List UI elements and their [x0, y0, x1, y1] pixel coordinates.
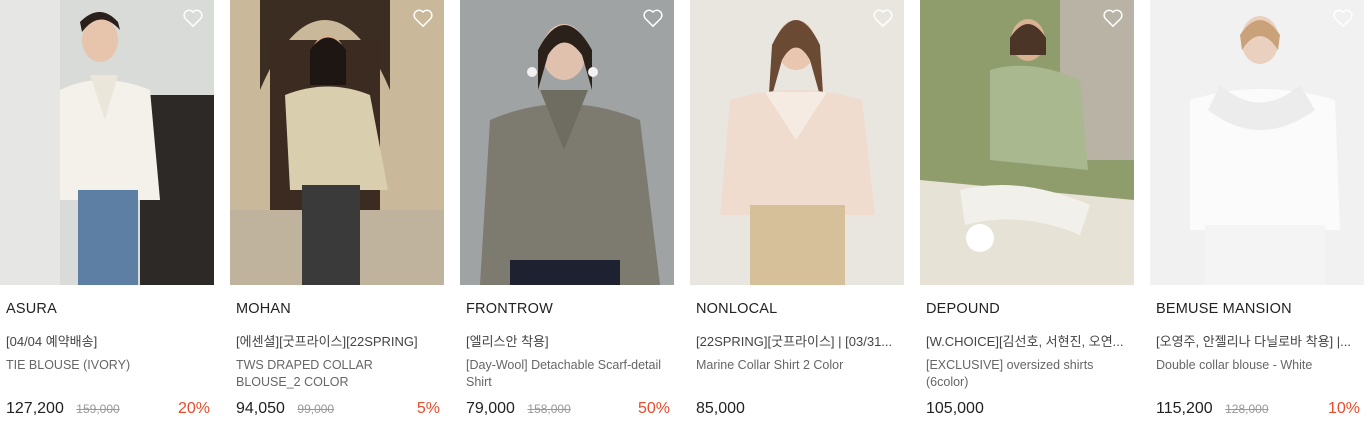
product-image[interactable] — [0, 0, 214, 285]
product-card-1[interactable]: ASURA [04/04 예약배송] TIE BLOUSE (IVORY) 12… — [0, 0, 214, 426]
product-tag: [22SPRING][굿프라이스] | [03/31... — [696, 334, 893, 349]
product-photo — [1150, 0, 1364, 285]
sale-price: 105,000 — [926, 400, 984, 417]
price-row: 127,200 159,000 20% — [6, 400, 212, 422]
heart-outline-icon[interactable] — [412, 8, 434, 28]
product-card-2[interactable]: MOHAN [에센셜][굿프라이스][22SPRING] TWS DRAPED … — [230, 0, 444, 426]
heart-outline-icon[interactable] — [182, 8, 204, 28]
product-tag: [04/04 예약배송] — [6, 334, 98, 349]
product-tag: [W.CHOICE][김선호, 서현진, 오연... — [926, 334, 1124, 349]
sale-price: 79,000 — [466, 400, 515, 417]
price-row: 105,000 — [926, 400, 1132, 422]
original-price: 158,000 — [527, 402, 571, 416]
product-image[interactable] — [460, 0, 674, 285]
sale-price: 85,000 — [696, 400, 745, 417]
price-row: 79,000 158,000 50% — [466, 400, 672, 422]
sale-price: 127,200 — [6, 400, 64, 417]
product-card-4[interactable]: NONLOCAL [22SPRING][굿프라이스] | [03/31... M… — [690, 0, 904, 426]
product-grid: ASURA [04/04 예약배송] TIE BLOUSE (IVORY) 12… — [0, 0, 1370, 426]
product-brand[interactable]: NONLOCAL — [696, 301, 777, 317]
product-image[interactable] — [690, 0, 904, 285]
product-image[interactable] — [1150, 0, 1364, 285]
discount-rate: 20% — [177, 400, 210, 417]
heart-outline-icon[interactable] — [872, 8, 894, 28]
product-name[interactable]: TIE BLOUSE (IVORY) — [6, 357, 210, 374]
heart-outline-icon[interactable] — [1332, 8, 1354, 28]
product-name[interactable]: Double collar blouse - White — [1156, 357, 1360, 374]
product-card-5[interactable]: DEPOUND [W.CHOICE][김선호, 서현진, 오연... [EXCL… — [920, 0, 1134, 426]
product-brand[interactable]: DEPOUND — [926, 301, 1000, 317]
original-price: 159,000 — [76, 402, 120, 416]
price-row: 94,050 99,000 5% — [236, 400, 442, 422]
original-price: 128,000 — [1225, 402, 1269, 416]
product-tag: [에센셜][굿프라이스][22SPRING] — [236, 334, 418, 349]
product-name[interactable]: Marine Collar Shirt 2 Color — [696, 357, 900, 374]
product-photo — [230, 0, 444, 285]
product-card-6[interactable]: BEMUSE MANSION [오영주, 안젤리나 다닐로바 착용] |... … — [1150, 0, 1364, 426]
product-tag: [엘리스안 착용] — [466, 334, 549, 349]
product-photo — [690, 0, 904, 285]
product-brand[interactable]: MOHAN — [236, 301, 291, 317]
discount-rate: 50% — [637, 400, 670, 417]
discount-rate: 10% — [1327, 400, 1360, 417]
product-name[interactable]: TWS DRAPED COLLAR BLOUSE_2 COLOR — [236, 357, 440, 391]
product-name[interactable]: [Day-Wool] Detachable Scarf-detail Shirt — [466, 357, 670, 391]
product-brand[interactable]: BEMUSE MANSION — [1156, 301, 1292, 317]
product-name[interactable]: [EXCLUSIVE] oversized shirts (6color) — [926, 357, 1130, 391]
product-image[interactable] — [920, 0, 1134, 285]
product-brand[interactable]: ASURA — [6, 301, 57, 317]
sale-price: 94,050 — [236, 400, 285, 417]
product-brand[interactable]: FRONTROW — [466, 301, 553, 317]
heart-outline-icon[interactable] — [1102, 8, 1124, 28]
product-photo — [920, 0, 1134, 285]
product-photo — [460, 0, 674, 285]
original-price: 99,000 — [297, 402, 335, 416]
price-row: 115,200 128,000 10% — [1156, 400, 1362, 422]
price-row: 85,000 — [696, 400, 902, 422]
discount-rate: 5% — [416, 400, 440, 417]
sale-price: 115,200 — [1156, 400, 1213, 417]
heart-outline-icon[interactable] — [642, 8, 664, 28]
product-image[interactable] — [230, 0, 444, 285]
product-card-3[interactable]: FRONTROW [엘리스안 착용] [Day-Wool] Detachable… — [460, 0, 674, 426]
product-tag: [오영주, 안젤리나 다닐로바 착용] |... — [1156, 334, 1351, 349]
product-photo — [0, 0, 214, 285]
